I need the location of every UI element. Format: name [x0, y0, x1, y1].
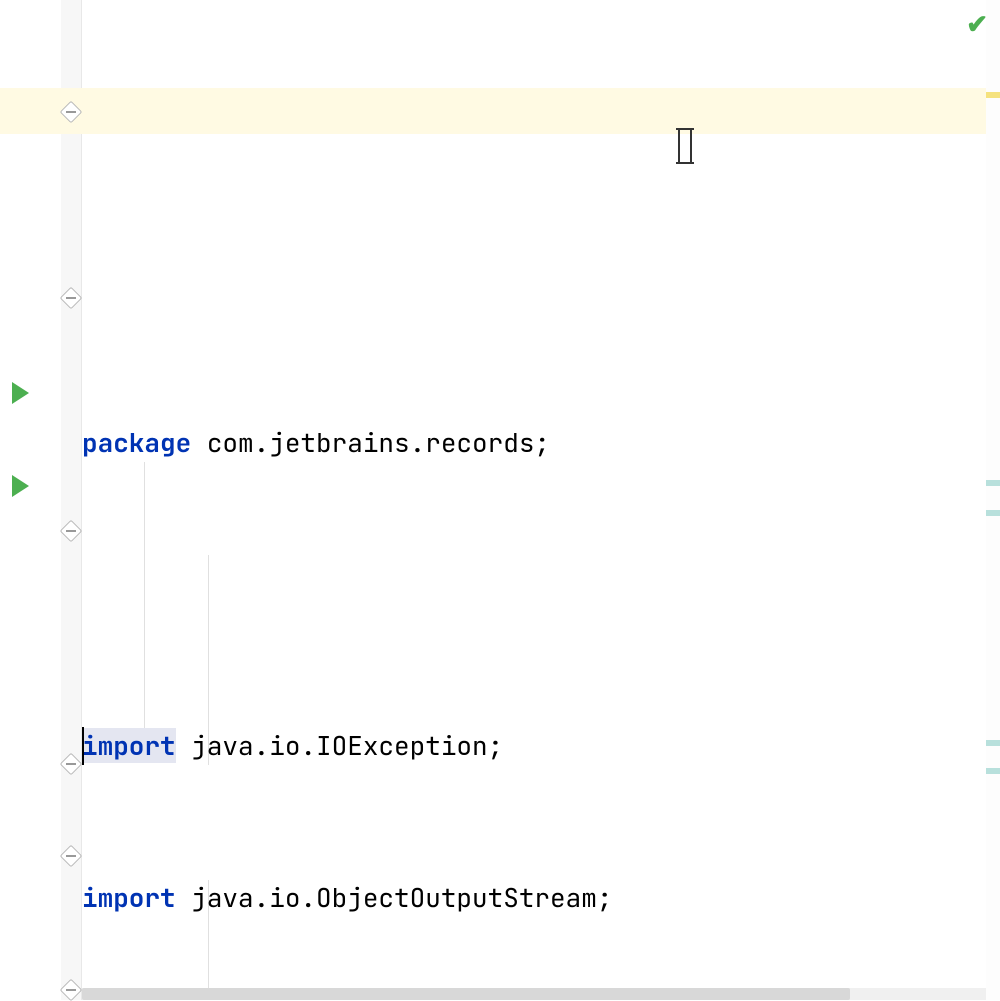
horizontal-scrollbar[interactable]: [82, 988, 986, 1000]
import-name: java.io.ObjectOutputStream: [191, 880, 597, 915]
keyword: import: [82, 880, 176, 915]
code-editor[interactable]: ✔ package com.jetbrains.records; import …: [0, 0, 1000, 1000]
editor-gutter: [0, 0, 82, 1000]
text-cursor-icon: [678, 130, 692, 162]
run-gutter-icon[interactable]: [12, 475, 29, 497]
current-line-highlight: [82, 88, 986, 134]
marker-info-icon[interactable]: [986, 510, 1000, 516]
inspection-ok-icon[interactable]: ✔: [966, 6, 988, 41]
marker-warning-icon[interactable]: [986, 92, 1000, 98]
code-line: [82, 572, 1000, 619]
run-gutter-icon[interactable]: [12, 382, 29, 404]
code-line: import java.io.ObjectOutputStream;: [82, 875, 1000, 922]
package-name: com.jetbrains.records: [207, 425, 535, 460]
code-text-area[interactable]: ✔ package com.jetbrains.records; import …: [82, 0, 1000, 1000]
keyword: package: [82, 425, 191, 460]
caret-icon: [82, 727, 84, 765]
code-line: import java.io.IOException;: [82, 723, 1000, 770]
marker-info-icon[interactable]: [986, 480, 1000, 486]
code-line: package com.jetbrains.records;: [82, 420, 1000, 467]
error-stripe[interactable]: [986, 0, 1000, 1000]
import-name: java.io.IOException: [191, 728, 487, 763]
keyword: import: [82, 728, 176, 763]
scrollbar-thumb[interactable]: [82, 988, 850, 1000]
